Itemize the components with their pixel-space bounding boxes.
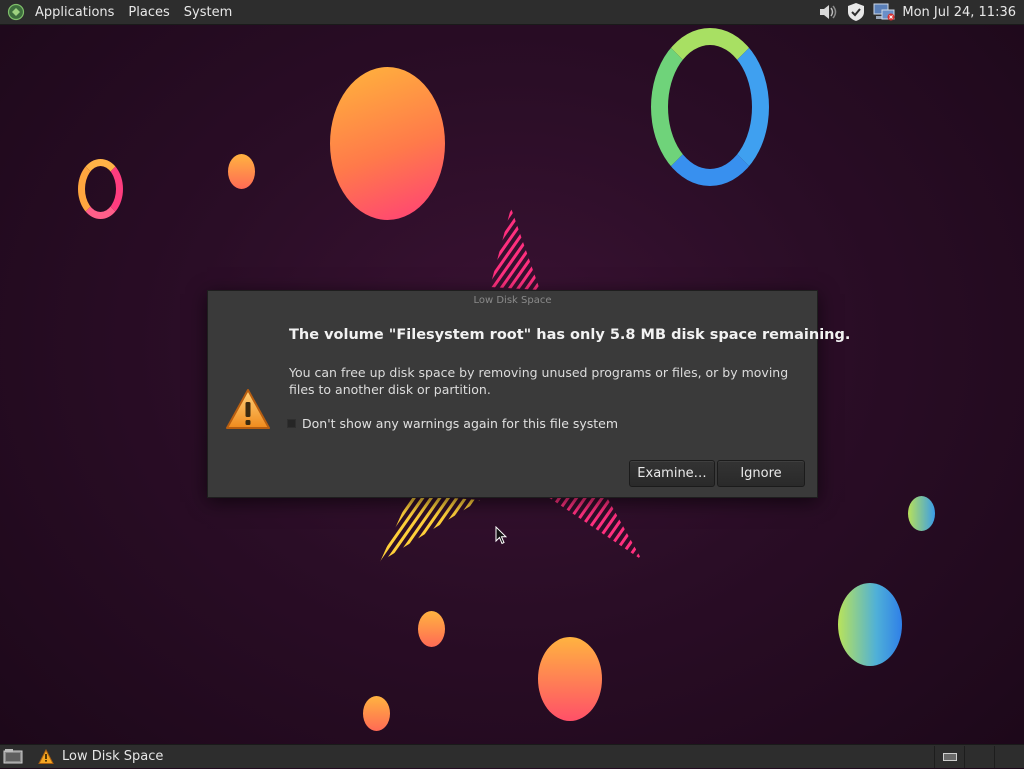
workspace-switcher <box>934 745 1024 768</box>
ignore-button[interactable]: Ignore <box>717 460 805 487</box>
clock[interactable]: Mon Jul 24, 11:36 <box>896 5 1024 20</box>
volume-icon[interactable] <box>816 1 840 23</box>
warning-icon <box>38 748 54 764</box>
system-tray: Mon Jul 24, 11:36 <box>812 0 1024 25</box>
wallpaper-dot <box>363 696 390 731</box>
network-icon[interactable] <box>872 1 896 23</box>
show-desktop-icon[interactable] <box>2 748 24 766</box>
taskbar-item-low-disk-space[interactable]: Low Disk Space <box>38 745 163 769</box>
workspace-3[interactable] <box>994 745 1024 768</box>
examine-button[interactable]: Examine… <box>629 460 715 487</box>
dialog-heading: The volume "Filesystem root" has only 5.… <box>289 327 851 343</box>
dialog-title: Low Disk Space <box>473 295 552 306</box>
top-panel: Applications Places System Mon Jul 24, 1… <box>0 0 1024 25</box>
shield-icon[interactable] <box>844 1 868 23</box>
mouse-cursor-icon <box>495 525 508 550</box>
workspace-1[interactable] <box>934 745 964 768</box>
dont-show-again-checkbox[interactable] <box>287 419 296 428</box>
taskbar-item-label: Low Disk Space <box>62 749 164 764</box>
workspace-2[interactable] <box>964 745 994 768</box>
bottom-panel: Low Disk Space <box>0 744 1024 768</box>
menu-applications[interactable]: Applications <box>28 0 121 25</box>
dont-show-again-row[interactable]: Don't show any warnings again for this f… <box>287 416 618 431</box>
menu-system[interactable]: System <box>177 0 239 25</box>
dialog-body-text: You can free up disk space by removing u… <box>289 365 789 397</box>
wallpaper-oval <box>538 637 602 721</box>
wallpaper-dot-green <box>908 496 935 531</box>
warning-icon <box>224 387 272 431</box>
dont-show-again-label[interactable]: Don't show any warnings again for this f… <box>302 416 618 431</box>
distro-logo-icon[interactable] <box>6 2 26 22</box>
menu-places[interactable]: Places <box>121 0 176 25</box>
low-disk-space-dialog: Low Disk Space The volume "Filesystem ro… <box>207 290 850 498</box>
wallpaper-dot <box>418 611 445 647</box>
wallpaper-oval-green <box>838 583 902 666</box>
